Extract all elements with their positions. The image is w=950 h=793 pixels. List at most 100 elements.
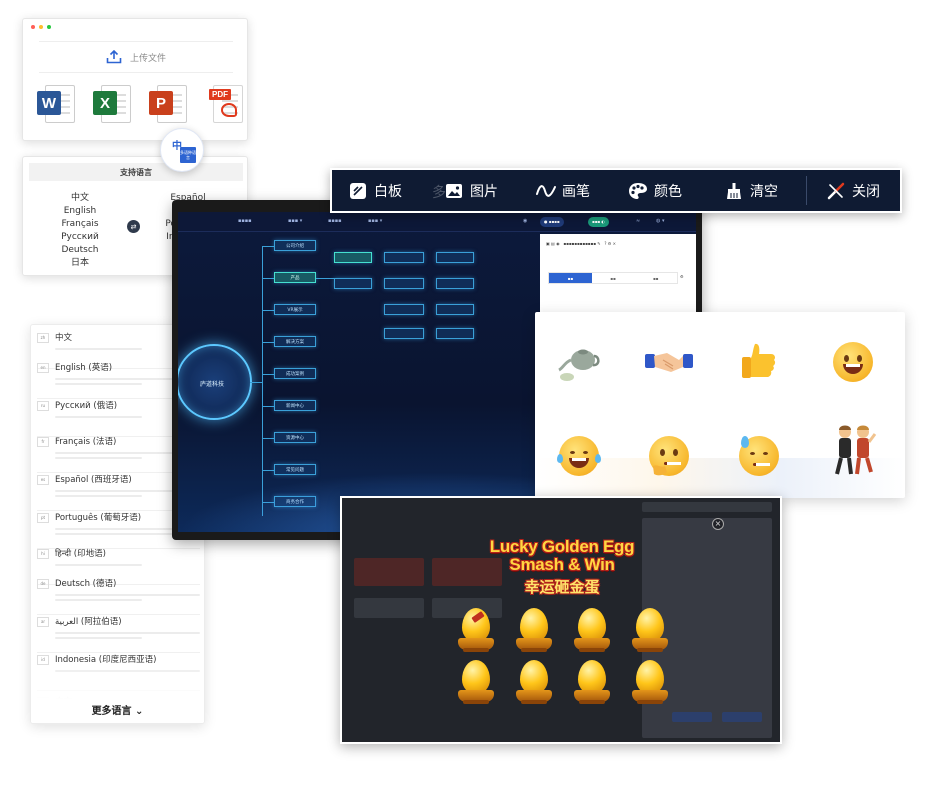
tears-of-joy-emoji[interactable] <box>555 432 603 480</box>
screen-top-nav: ▪▪▪▪ ▪▪▪ ▾ ▪▪▪▪ ▪▪▪ ▾ ◉ ● ▪▪▪▪ ▪▪▪ ◐ ≈ ◍… <box>178 212 696 232</box>
translate-bubble[interactable]: 中 多语种语言 <box>160 128 204 172</box>
language-list-name: Deutsch (德语) <box>55 579 117 589</box>
more-languages-button[interactable]: 更多语言 ⌄ <box>31 702 204 717</box>
excel-icon: X <box>93 83 133 125</box>
nav-toggle[interactable]: ▪▪▪ ◐ <box>588 217 609 227</box>
powerpoint-icon: P <box>149 83 189 125</box>
mindmap-hub-label: 庐道科技 <box>200 381 225 388</box>
mindmap-subnode[interactable] <box>384 304 424 315</box>
mindmap-node[interactable]: 成功案例 <box>274 368 316 379</box>
mindmap-node[interactable]: 产品 <box>274 272 316 283</box>
language-list-name: Español (西班牙语) <box>55 475 132 485</box>
mindmap-node[interactable]: VR展示 <box>274 304 316 315</box>
lucky-egg-game-panel: × Lucky Golden Egg Smash & Win 幸运砸金蛋 <box>340 496 782 744</box>
mindmap-subnode[interactable] <box>436 304 474 315</box>
image-button[interactable]: 图片 <box>444 170 498 211</box>
nav-item[interactable]: ▪▪▪ ▾ <box>368 218 382 224</box>
golden-egg[interactable] <box>456 608 496 656</box>
connector <box>316 278 334 279</box>
mindmap-subnode[interactable] <box>384 278 424 289</box>
pen-button[interactable]: 画笔 <box>536 170 590 211</box>
teapot-emoji[interactable] <box>555 338 603 386</box>
upload-card: 上传文件 W X P PDF <box>22 18 248 141</box>
mindmap-subnode[interactable] <box>334 252 372 263</box>
side-panel-tab[interactable]: ▪▪ <box>634 273 677 283</box>
thumbs-up-emoji[interactable] <box>735 338 783 386</box>
side-panel-tab[interactable]: ▪▪ <box>592 273 635 283</box>
file-type-icons: W X P PDF <box>37 83 245 125</box>
upload-dropzone[interactable]: 上传文件 <box>39 41 233 73</box>
whiteboard-label: 白板 <box>374 183 402 200</box>
golden-egg[interactable] <box>572 608 612 656</box>
language-list-item[interactable]: ar العربية (阿拉伯语) <box>37 615 200 653</box>
nav-item[interactable]: ▪▪▪ ▾ <box>288 218 302 224</box>
language-code-badge: pt <box>37 513 49 523</box>
connector <box>262 438 274 439</box>
color-label: 颜色 <box>654 183 682 200</box>
word-icon: W <box>37 83 77 125</box>
window-dot-red <box>31 25 35 29</box>
language-list-name: Français (法语) <box>55 437 117 447</box>
language-item[interactable]: English <box>35 205 125 218</box>
pen-icon <box>536 181 556 201</box>
game-close-button[interactable]: × <box>712 518 724 530</box>
side-panel-tabs: ▪▪ ▪▪ ▪▪ <box>548 272 678 284</box>
dancing-men-emoji[interactable] <box>829 425 877 475</box>
golden-egg[interactable] <box>456 660 496 708</box>
mindmap-node[interactable]: 新闻中心 <box>274 400 316 411</box>
globe-icon[interactable]: ◍ ▾ <box>656 218 664 224</box>
close-button[interactable]: 关闭 <box>826 170 880 211</box>
mindmap-subnode[interactable] <box>384 252 424 263</box>
side-panel-tab[interactable]: ▪▪ <box>549 273 592 283</box>
mindmap-node[interactable]: 公司介绍 <box>274 240 316 251</box>
swap-icon[interactable]: ⇄ <box>127 220 140 233</box>
golden-egg[interactable] <box>630 660 670 708</box>
nav-pill[interactable]: ● ▪▪▪▪ <box>540 217 564 227</box>
mindmap-hub[interactable]: 庐道科技 <box>178 344 252 420</box>
game-subtitle: 幸运砸金蛋 <box>524 578 600 596</box>
translate-badge: 多语种语言 <box>180 147 196 163</box>
side-panel-toolbar[interactable]: ▣ ▤ ◉ ▪▪▪▪▪▪▪▪▪▪▪▪ ✎ ? ⚙ × <box>546 241 616 246</box>
mindmap-subnode[interactable] <box>334 278 372 289</box>
language-list-item[interactable]: de Deutsch (德语) <box>37 577 200 615</box>
mindmap-node[interactable]: 解决方案 <box>274 336 316 347</box>
more-languages-label: 更多语言 <box>91 706 132 717</box>
nav-icon[interactable]: ◉ <box>523 218 527 224</box>
nav-item[interactable]: ▪▪▪▪ <box>238 218 252 224</box>
mindmap-node[interactable]: 资源中心 <box>274 432 316 443</box>
thinking-emoji[interactable] <box>645 432 693 480</box>
language-item[interactable]: 日本 <box>35 257 125 270</box>
pdf-icon: PDF <box>205 83 245 125</box>
handshake-emoji[interactable] <box>645 338 693 386</box>
golden-egg[interactable] <box>572 660 612 708</box>
language-item[interactable]: 中文 <box>35 192 125 205</box>
upload-icon <box>106 50 122 64</box>
drawing-toolbar: 多工 白板 图片 画笔 颜色 清空 关闭 <box>330 168 902 213</box>
language-item[interactable]: Deutsch <box>35 244 125 257</box>
golden-egg[interactable] <box>514 608 554 656</box>
golden-egg[interactable] <box>630 608 670 656</box>
gear-icon[interactable]: ⚙ <box>680 274 684 279</box>
mindmap-subnode[interactable] <box>436 328 474 339</box>
whiteboard-button[interactable]: 白板 <box>348 170 402 211</box>
connector <box>250 382 262 383</box>
nav-item[interactable]: ▪▪▪▪ <box>328 218 342 224</box>
connector <box>262 310 274 311</box>
wifi-icon: ≈ <box>636 218 641 224</box>
mindmap-subnode[interactable] <box>436 252 474 263</box>
game-title: Lucky Golden Egg Smash & Win <box>462 538 662 574</box>
pen-label: 画笔 <box>562 183 590 200</box>
language-item[interactable]: Русский <box>35 231 125 244</box>
mindmap-subnode[interactable] <box>436 278 474 289</box>
language-list-name: English (英语) <box>55 363 113 373</box>
game-title-line1: Lucky Golden Egg <box>489 537 635 556</box>
mindmap-subnode[interactable] <box>384 328 424 339</box>
golden-egg[interactable] <box>514 660 554 708</box>
color-button[interactable]: 颜色 <box>628 170 682 211</box>
downcast-sweat-emoji[interactable] <box>735 432 783 480</box>
grinning-emoji[interactable] <box>829 338 877 386</box>
language-item[interactable]: Français <box>35 218 125 231</box>
connector <box>262 406 274 407</box>
chevron-down-icon: ⌄ <box>135 706 144 717</box>
clear-button[interactable]: 清空 <box>724 170 778 211</box>
